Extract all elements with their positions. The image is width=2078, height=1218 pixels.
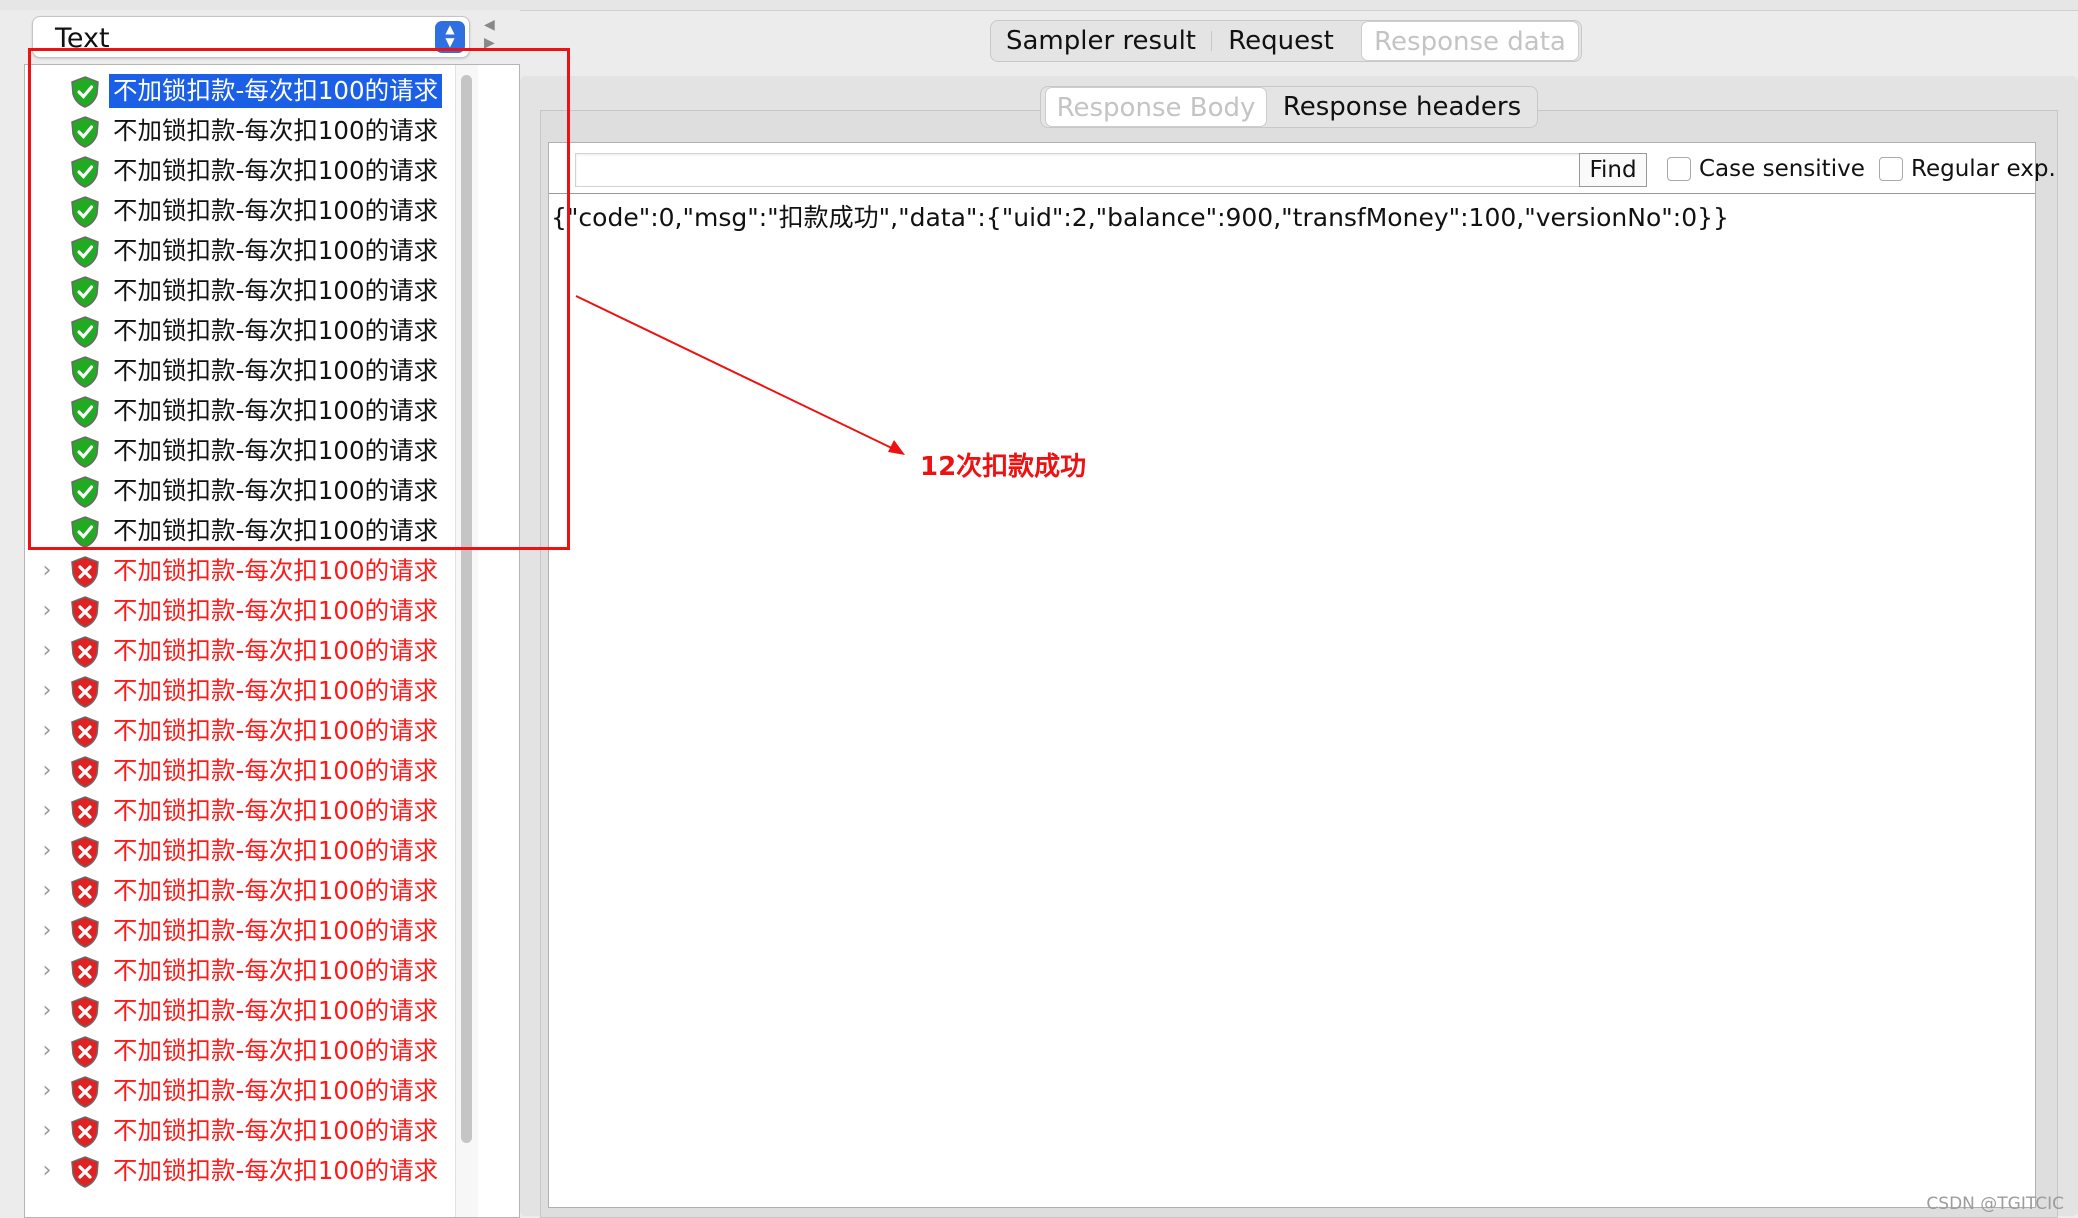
watermark: CSDN @TGITCIC: [1926, 1194, 2064, 1214]
annotation-label: 12次扣款成功: [920, 452, 1087, 482]
annotation-arrow: [575, 295, 905, 455]
